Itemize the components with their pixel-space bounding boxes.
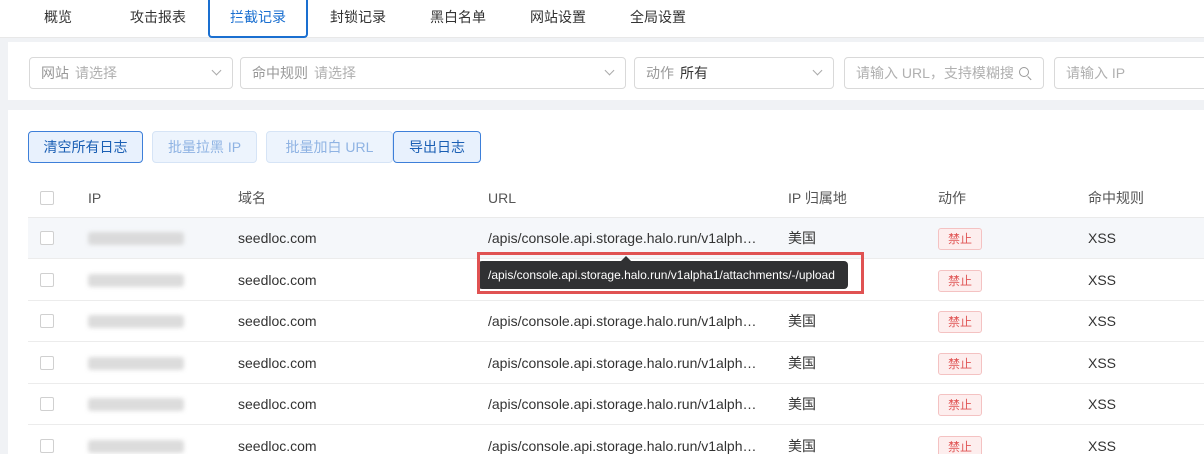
column-header-url: URL: [488, 190, 517, 206]
action-select-label: 动作: [646, 65, 674, 81]
action-badge: 禁止: [938, 269, 983, 292]
table-row[interactable]: seedloc.com/apis/console.api.storage.hal…: [28, 426, 1204, 454]
action-badge: 禁止: [938, 435, 983, 454]
search-icon[interactable]: [1019, 67, 1032, 81]
tab-attack-report[interactable]: 攻击报表: [118, 0, 198, 38]
url-tooltip: /apis/console.api.storage.halo.run/v1alp…: [478, 261, 848, 289]
cell-rule: XSS: [1088, 437, 1117, 454]
action-badge: 禁止: [938, 228, 983, 250]
cell-url[interactable]: /apis/console.api.storage.halo.run/v1alp…: [488, 384, 757, 425]
ip-redacted: [88, 398, 184, 411]
action-badge: 禁止: [938, 311, 983, 333]
batch-block-ip-button[interactable]: 批量拉黑 IP: [152, 131, 257, 163]
chevron-down-icon: [211, 65, 222, 76]
url-search-placeholder: 请输入 URL，支持模糊搜: [856, 65, 1014, 81]
ip-search-placeholder: 请输入 IP: [1066, 65, 1126, 81]
ip-search-input[interactable]: 请输入 IP: [1054, 57, 1204, 89]
action-select-value: 所有: [680, 65, 708, 81]
url-search-input[interactable]: 请输入 URL，支持模糊搜: [844, 57, 1044, 89]
row-checkbox[interactable]: [40, 397, 54, 411]
ip-redacted: [88, 315, 184, 328]
cell-url[interactable]: /apis/console.api.storage.halo.run/v1alp…: [488, 301, 757, 342]
export-logs-button[interactable]: 导出日志: [393, 131, 481, 163]
cell-rule: XSS: [1088, 230, 1117, 246]
action-badge: 禁止: [938, 352, 983, 375]
table-row[interactable]: seedloc.com/apis/console.api.storage.hal…: [28, 218, 1204, 259]
ip-redacted: [88, 273, 184, 287]
nav-tabs: 概览 攻击报表 拦截记录 封锁记录 黑白名单 网站设置 全局设置: [0, 0, 1204, 38]
column-header-rule: 命中规则: [1088, 190, 1144, 206]
cell-domain: seedloc.com: [238, 354, 317, 371]
cell-domain: seedloc.com: [238, 396, 317, 412]
tab-overview[interactable]: 概览: [28, 0, 88, 38]
cell-rule: XSS: [1088, 313, 1117, 329]
chevron-down-icon: [812, 65, 823, 76]
clear-all-logs-button[interactable]: 清空所有日志: [28, 131, 143, 163]
cell-rule: XSS: [1088, 354, 1117, 371]
column-header-ip: IP: [88, 190, 102, 206]
cell-rule: XSS: [1088, 396, 1117, 412]
site-select-label: 网站: [41, 65, 69, 81]
cell-url[interactable]: /apis/console.api.storage.halo.run/v1alp…: [488, 218, 757, 259]
row-checkbox[interactable]: [40, 231, 54, 245]
column-header-action: 动作: [938, 190, 966, 206]
tab-site-settings[interactable]: 网站设置: [518, 0, 598, 38]
select-all-checkbox[interactable]: [40, 191, 54, 205]
batch-allow-url-button[interactable]: 批量加白 URL: [266, 131, 393, 163]
chevron-down-icon: [604, 65, 615, 76]
rule-select-label: 命中规则: [252, 65, 308, 81]
row-checkbox[interactable]: [40, 272, 54, 287]
ip-redacted: [88, 439, 184, 453]
tab-global-settings[interactable]: 全局设置: [618, 0, 698, 38]
cell-domain: seedloc.com: [238, 437, 317, 454]
tab-black-white-list[interactable]: 黑白名单: [418, 0, 498, 38]
row-checkbox[interactable]: [40, 314, 54, 328]
cell-ip-location: 美国: [788, 354, 816, 371]
rule-select-placeholder: 请选择: [314, 65, 356, 81]
ip-redacted: [88, 232, 184, 245]
filter-bar: 网站 请选择 命中规则 请选择 动作 所有 请输入 URL，支持模糊搜 请输入 IP: [8, 42, 1204, 100]
cell-ip-location: 美国: [788, 230, 816, 246]
action-badge: 禁止: [938, 394, 983, 416]
table-row[interactable]: seedloc.com/apis/console.api.storage.hal…: [28, 384, 1204, 425]
row-checkbox[interactable]: [40, 355, 54, 370]
column-header-domain: 域名: [238, 190, 266, 206]
cell-domain: seedloc.com: [238, 271, 317, 288]
cell-domain: seedloc.com: [238, 313, 317, 329]
tab-intercept-log[interactable]: 拦截记录: [208, 0, 308, 38]
rule-select[interactable]: 命中规则 请选择: [240, 57, 626, 89]
table-row[interactable]: seedloc.com/apis/console.api.storage.hal…: [28, 301, 1204, 342]
cell-ip-location: 美国: [788, 396, 816, 412]
cell-ip-location: 美国: [788, 313, 816, 329]
table-row[interactable]: seedloc.com/apis/console.api.storage.hal…: [28, 343, 1204, 384]
action-select[interactable]: 动作 所有: [634, 57, 834, 89]
cell-url[interactable]: /apis/console.api.storage.halo.run/v1alp…: [488, 343, 757, 384]
row-checkbox[interactable]: [40, 438, 54, 453]
cell-rule: XSS: [1088, 271, 1117, 288]
column-header-ip-location: IP 归属地: [788, 190, 847, 206]
table-header: IP 域名 URL IP 归属地 动作 命中规则: [28, 178, 1204, 218]
cell-url[interactable]: /apis/console.api.storage.halo.run/v1alp…: [488, 426, 757, 454]
cell-ip-location: 美国: [788, 437, 816, 454]
cell-domain: seedloc.com: [238, 230, 317, 246]
tab-block-log[interactable]: 封锁记录: [318, 0, 398, 38]
site-select[interactable]: 网站 请选择: [29, 57, 233, 89]
site-select-placeholder: 请选择: [75, 65, 117, 81]
ip-redacted: [88, 356, 184, 370]
